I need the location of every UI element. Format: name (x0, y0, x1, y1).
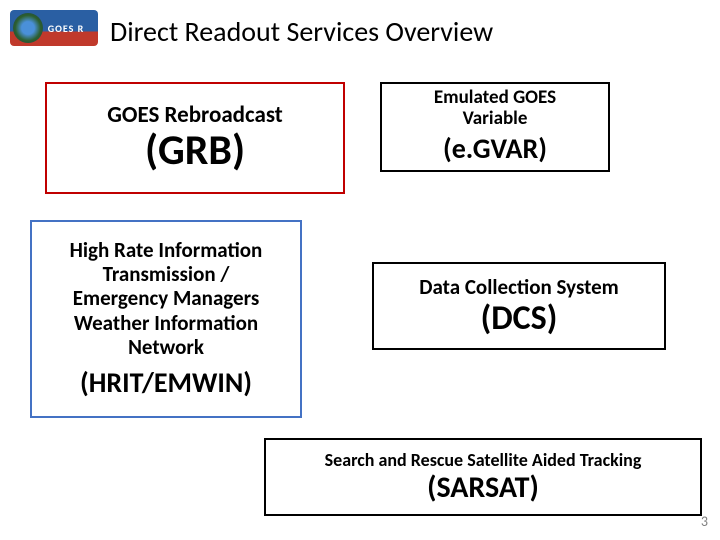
slide-title: Direct Readout Services Overview (110, 14, 493, 49)
egvar-label: Emulated GOESVariable (434, 88, 556, 130)
dcs-label: Data Collection System (419, 274, 619, 300)
hrit-abbr: (HRIT/EMWIN) (80, 365, 252, 400)
page-number: 3 (701, 513, 708, 530)
egvar-abbr: (e.GVAR) (443, 131, 547, 166)
sarsat-box: Search and Rescue Satellite Aided Tracki… (264, 438, 702, 516)
grb-abbr: (GRB) (145, 125, 245, 176)
hrit-box: High Rate InformationTransmission /Emerg… (30, 220, 302, 418)
egvar-box: Emulated GOESVariable (e.GVAR) (380, 82, 610, 172)
grb-box: GOES Rebroadcast (GRB) (45, 82, 345, 194)
hrit-label: High Rate InformationTransmission /Emerg… (70, 238, 263, 359)
dcs-box: Data Collection System (DCS) (372, 262, 666, 350)
sarsat-abbr: (SARSAT) (427, 469, 539, 506)
dcs-abbr: (DCS) (481, 298, 558, 339)
goes-r-logo: GOES R (10, 10, 98, 46)
logo-text: GOES R (48, 22, 85, 35)
sarsat-label: Search and Rescue Satellite Aided Tracki… (325, 449, 642, 471)
